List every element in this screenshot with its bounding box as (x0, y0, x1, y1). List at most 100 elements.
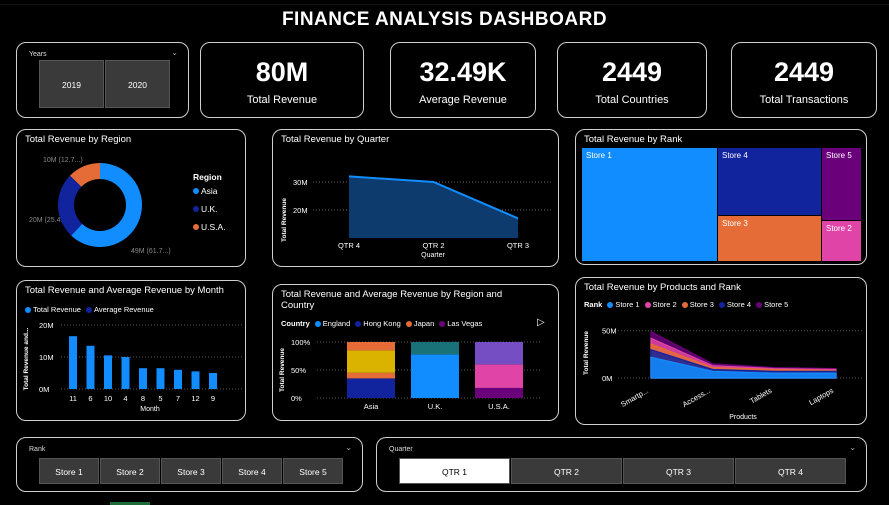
rank-store-5-button[interactable]: Store 5 (283, 458, 343, 484)
page-title: FINANCE ANALYSIS DASHBOARD (281, 9, 608, 30)
bar-12 (191, 371, 200, 389)
y-axis-title: Total Revenue and... (23, 327, 30, 390)
kpi-label: Average Revenue (419, 94, 507, 106)
region-legend: Region Asia U.K. U.S.A. (193, 172, 226, 232)
x-tick-label: 12 (191, 394, 199, 403)
bar-9 (209, 373, 217, 389)
region-country-stacked-chart: Total Revenue 0% 50% 100% Asia U.K. U.S.A. (279, 338, 541, 411)
x-tick-label: Asia (364, 402, 379, 411)
chevron-down-icon[interactable]: ⌄ (345, 443, 352, 452)
x-tick-label: U.S.A. (488, 402, 510, 411)
kpi-total-countries: 2449 Total Countries (557, 42, 707, 118)
year-2019-button[interactable]: 2019 (39, 60, 104, 108)
kpi-label: Total Transactions (759, 94, 849, 106)
x-tick-label: 11 (69, 394, 77, 403)
rank-treemap-card: Total Revenue by Rank Store 1 Store 4 Stor… (575, 129, 867, 265)
treemap-tile-store-2[interactable]: Store 2 (822, 221, 861, 261)
y-axis-title: Total Revenue (583, 331, 590, 375)
x-tick-label: 4 (123, 394, 127, 403)
x-tick-label: 7 (176, 394, 180, 403)
x-tick-label: Laptops (807, 386, 835, 407)
kpi-value: 32.49K (419, 57, 507, 87)
quarter-area-chart: Total Revenue Quarter 20M 30M QTR 4 QTR 2 QT… (281, 175, 551, 259)
x-axis-title: Products (729, 414, 757, 421)
y-tick-label: 50M (602, 327, 617, 336)
quarter-slicer: Quarter ⌄ QTR 1 QTR 2 QTR 3 QTR 4 (376, 437, 867, 492)
top-menu-strip (0, 0, 889, 5)
x-tick-label: 8 (141, 394, 145, 403)
stack-segment (347, 350, 395, 373)
legend-item-asia[interactable]: Asia (193, 186, 226, 196)
y-axis-title: Total Revenue (279, 348, 286, 392)
quarter-qtr2-button[interactable]: QTR 2 (511, 458, 622, 484)
x-tick-label: 5 (158, 394, 162, 403)
stack-segment (475, 364, 523, 388)
years-slicer-label: Years (29, 51, 47, 58)
donut-label-usa: 10M (12.7...) (43, 157, 83, 164)
y-tick-label: 0% (291, 394, 302, 403)
treemap-tile-store-3[interactable]: Store 3 (718, 216, 821, 261)
treemap-tile-store-4[interactable]: Store 4 (718, 148, 821, 215)
kpi-average-revenue: 32.49K Average Revenue (390, 42, 536, 118)
legend-title: Region (193, 172, 222, 182)
products-rank-card: Total Revenue by Products and Rank Rank … (575, 277, 867, 425)
x-tick-label: Tablets (748, 386, 773, 406)
donut-label-asia: 49M (61.7...) (131, 248, 171, 255)
region-donut-card: Total Revenue by Region 10M (12.7...) 20… (16, 129, 246, 267)
region-country-card: Total Revenue and Average Revenue by Reg… (272, 284, 559, 421)
x-tick-label: QTR 2 (422, 241, 444, 250)
month-bar-chart: Total Revenue and... Month 0M 10M 20M 11 6 10… (23, 321, 243, 413)
rank-store-3-button[interactable]: Store 3 (161, 458, 221, 484)
quarter-qtr3-button[interactable]: QTR 3 (623, 458, 734, 484)
treemap-tile-store-1[interactable]: Store 1 (582, 148, 717, 261)
rank-store-4-button[interactable]: Store 4 (222, 458, 282, 484)
bar-4 (121, 357, 130, 389)
donut-slice-uk (57, 175, 83, 236)
treemap-tile-store-5[interactable]: Store 5 (822, 148, 861, 220)
chart-title: Total Revenue by Rank (584, 134, 683, 145)
stack-segment (411, 342, 459, 355)
rank-store-2-button[interactable]: Store 2 (100, 458, 160, 484)
rank-slicer-label: Rank (29, 446, 46, 453)
x-axis-title: Month (140, 406, 160, 413)
treemap-label: Store 1 (586, 151, 612, 160)
stack-segment (475, 387, 523, 398)
bar-8 (139, 368, 147, 389)
x-tick-label: 9 (211, 394, 215, 403)
rank-store-1-button[interactable]: Store 1 (39, 458, 99, 484)
years-slicer: Years ⌄ 2019 2020 (16, 42, 189, 118)
stack-segment (347, 342, 395, 351)
quarter-slicer-label: Quarter (389, 446, 413, 453)
month-bar-card: Total Revenue and Average Revenue by Mon… (16, 280, 246, 421)
y-tick-label: 0M (602, 374, 612, 383)
bar-6 (86, 345, 95, 389)
treemap-label: Store 2 (826, 224, 852, 233)
quarter-qtr1-button[interactable]: QTR 1 (399, 458, 510, 484)
y-tick-label: 0M (39, 385, 49, 394)
y-tick-label: 20M (293, 206, 308, 215)
stack-segment (411, 354, 459, 398)
x-tick-label: U.K. (428, 402, 443, 411)
year-2020-button[interactable]: 2020 (105, 60, 170, 108)
kpi-total-revenue: 80M Total Revenue (200, 42, 364, 118)
kpi-value: 80M (255, 57, 309, 87)
y-tick-label: 30M (293, 178, 308, 187)
y-tick-label: 50% (291, 366, 306, 375)
stack-segment (347, 372, 395, 379)
y-tick-label: 20M (39, 321, 54, 330)
kpi-value: 2449 (773, 57, 835, 87)
x-axis-title: Quarter (421, 252, 445, 259)
stack-segment (475, 342, 523, 365)
legend-item-usa[interactable]: U.S.A. (193, 222, 226, 232)
chevron-down-icon[interactable]: ⌄ (171, 48, 178, 57)
x-tick-label: QTR 4 (338, 241, 360, 250)
x-tick-label: Smartp... (619, 386, 650, 409)
legend-item-uk[interactable]: U.K. (193, 204, 226, 214)
chevron-down-icon[interactable]: ⌄ (849, 443, 856, 452)
quarter-qtr4-button[interactable]: QTR 4 (735, 458, 846, 484)
products-rank-area-chart: Total Revenue Products 0M 50M Smartp... Acc… (583, 327, 864, 421)
kpi-value: 2449 (601, 57, 663, 87)
kpi-label: Total Countries (595, 94, 669, 106)
bar-11 (69, 336, 77, 389)
bar-7 (174, 369, 182, 389)
